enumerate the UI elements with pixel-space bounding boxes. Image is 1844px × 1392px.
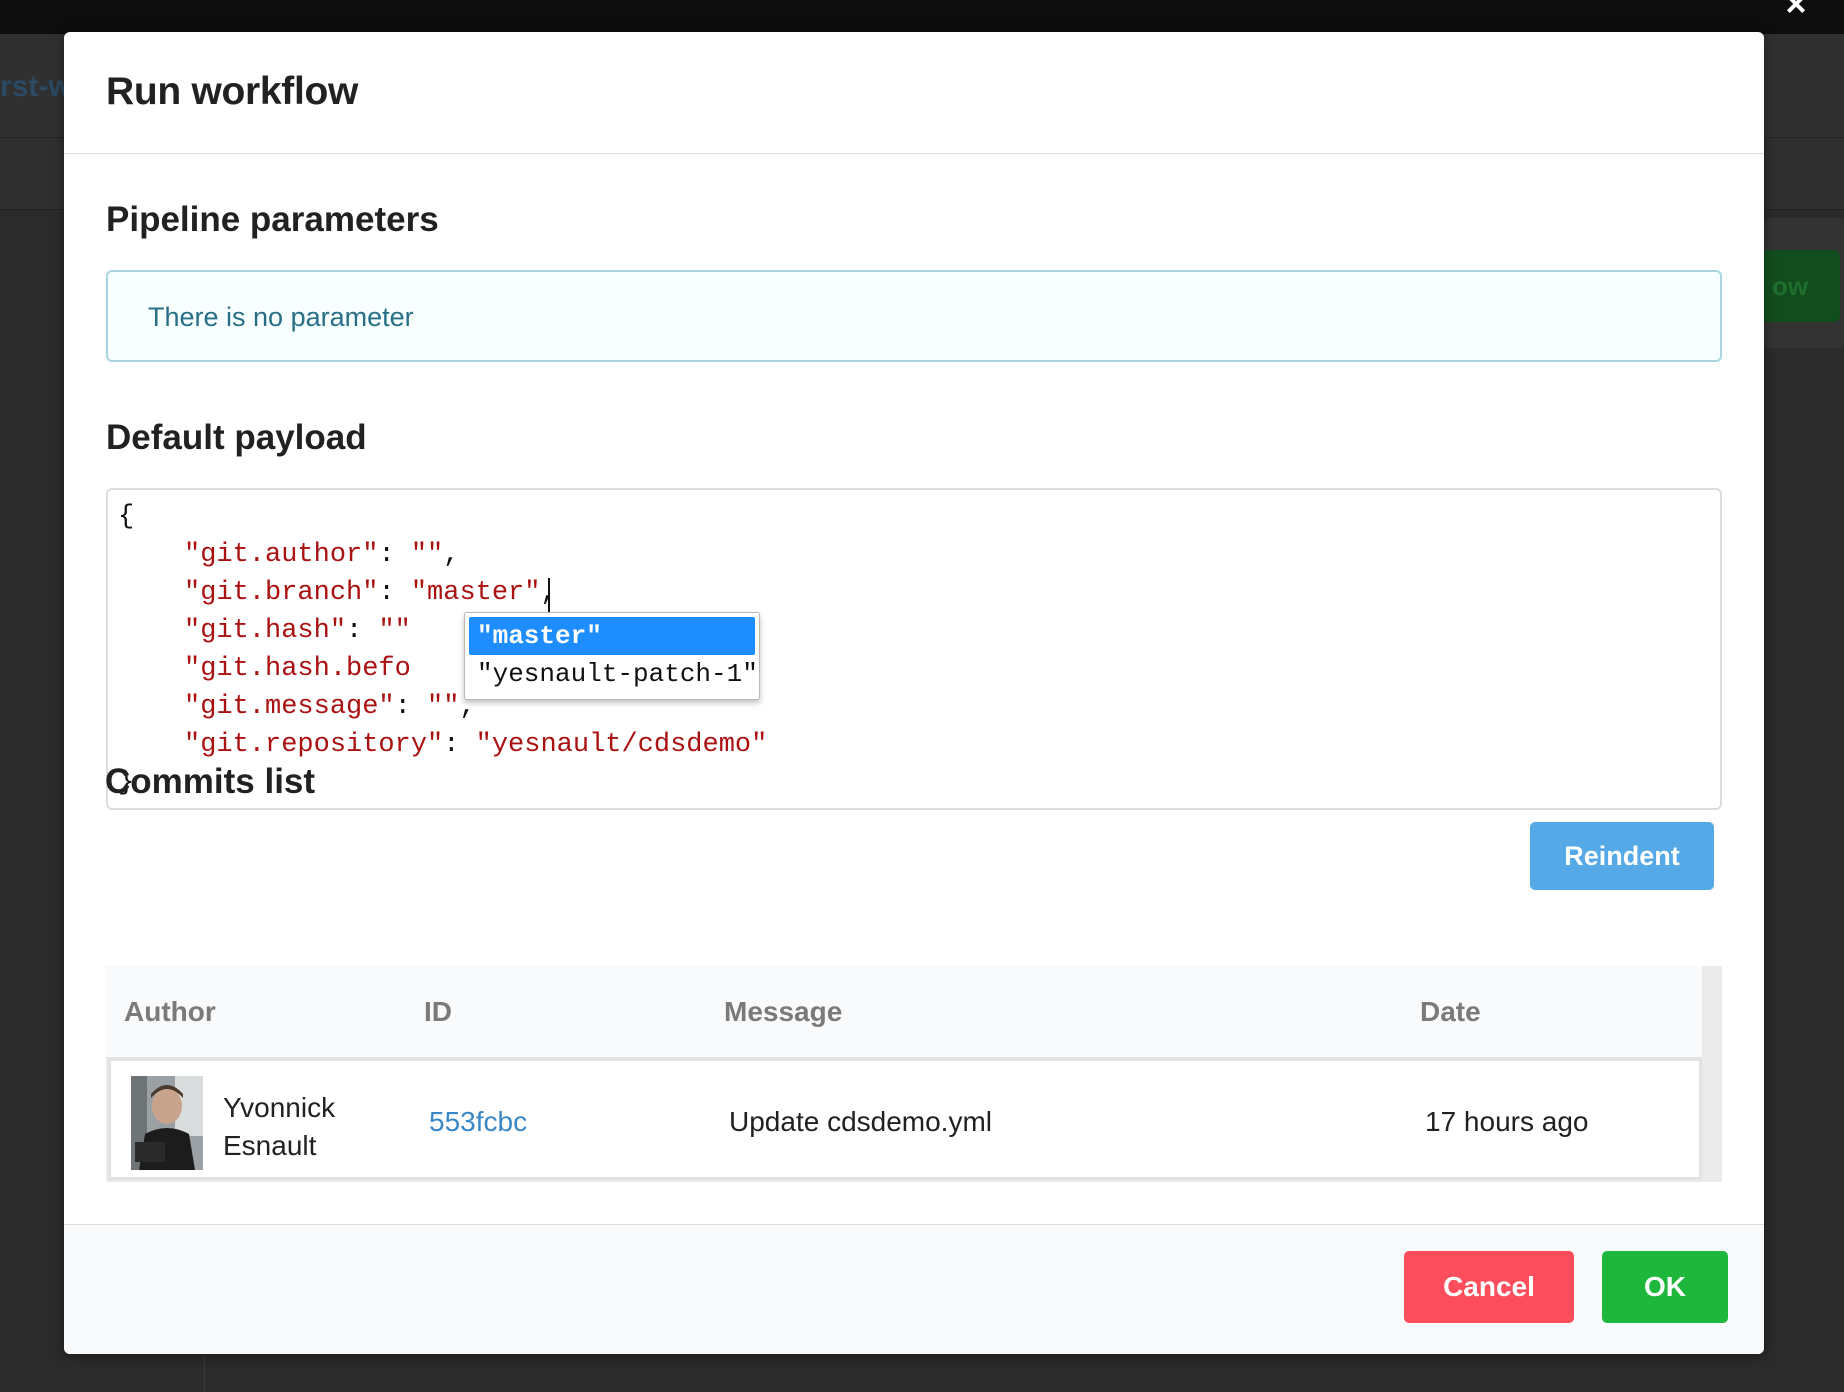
modal-title: Run workflow xyxy=(106,70,359,113)
payload-key: "git.message" xyxy=(184,692,395,722)
payload-sep: : xyxy=(378,540,411,570)
ok-button[interactable]: OK xyxy=(1602,1251,1728,1323)
cancel-button[interactable]: Cancel xyxy=(1404,1251,1574,1323)
background-divider xyxy=(204,1355,205,1392)
run-workflow-modal: Run workflow Pipeline parameters There i… xyxy=(64,32,1764,1354)
commits-table: Author ID Message Date Yvonnick Esnault … xyxy=(106,966,1722,1182)
author-avatar xyxy=(131,1076,203,1170)
background-workflow-title: rst-w xyxy=(0,70,72,103)
commit-author: Yvonnick Esnault xyxy=(223,1092,336,1161)
payload-code-editor[interactable]: { "git.author": "", "git.branch": "maste… xyxy=(106,488,1722,810)
text-cursor xyxy=(548,578,550,612)
payload-line-repository: "git.repository": "yesnault/cdsdemo" xyxy=(184,726,767,764)
commit-message: Update cdsdemo.yml xyxy=(729,1106,993,1137)
payload-sep: : xyxy=(346,616,379,646)
commits-list-heading: Commits list xyxy=(105,762,316,801)
open-brace: { xyxy=(118,502,135,532)
payload-line-branch: "git.branch": "master", xyxy=(184,574,557,612)
payload-line-hash: "git.hash": "" xyxy=(184,612,411,650)
payload-value: "yesnault/cdsdemo" xyxy=(475,730,768,760)
payload-line-message: "git.message": "", xyxy=(184,688,476,726)
payload-value: "" xyxy=(410,540,444,570)
payload-key: "git.hash.befo xyxy=(184,654,411,684)
modal-header: Run workflow xyxy=(64,32,1764,154)
modal-footer: Cancel OK xyxy=(64,1224,1764,1354)
default-payload-heading: Default payload xyxy=(106,418,367,457)
payload-sep: : xyxy=(443,730,476,760)
background-top-bar xyxy=(0,0,1844,34)
table-header: Author ID Message Date xyxy=(106,966,1702,1058)
payload-key: "git.branch" xyxy=(184,578,379,608)
column-date: Date xyxy=(1420,996,1481,1027)
payload-value: "" xyxy=(427,692,460,722)
column-id: ID xyxy=(424,996,452,1027)
table-row: Yvonnick Esnault 553fcbc Update cdsdemo.… xyxy=(108,1058,1702,1180)
no-parameter-text: There is no parameter xyxy=(148,302,414,332)
payload-key: "git.repository" xyxy=(184,730,444,760)
payload-key: "git.hash" xyxy=(184,616,347,646)
column-message: Message xyxy=(724,996,843,1027)
autocomplete-dropdown: "master" "yesnault-patch-1" xyxy=(464,612,760,700)
close-icon[interactable]: × xyxy=(1780,0,1812,22)
payload-key: "git.author" xyxy=(184,540,379,570)
payload-line-author: "git.author": "", xyxy=(184,536,459,574)
payload-sep: : xyxy=(394,692,428,722)
column-author: Author xyxy=(124,996,216,1027)
payload-tail: , xyxy=(443,540,460,570)
no-parameter-message: There is no parameter xyxy=(106,270,1722,362)
pipeline-parameters-heading: Pipeline parameters xyxy=(106,200,439,239)
commit-date: 17 hours ago xyxy=(1425,1106,1589,1137)
payload-value: "master" xyxy=(410,578,541,608)
reindent-button[interactable]: Reindent xyxy=(1530,822,1714,890)
autocomplete-option-master[interactable]: "master" xyxy=(469,617,755,655)
commit-id-link[interactable]: 553fcbc xyxy=(429,1106,527,1138)
payload-sep: : xyxy=(378,578,411,608)
payload-value: "" xyxy=(378,616,411,646)
avatar-photo xyxy=(131,1076,203,1170)
autocomplete-option-patch[interactable]: "yesnault-patch-1" xyxy=(469,655,758,693)
payload-line-hash-before: "git.hash.befo xyxy=(184,650,411,688)
